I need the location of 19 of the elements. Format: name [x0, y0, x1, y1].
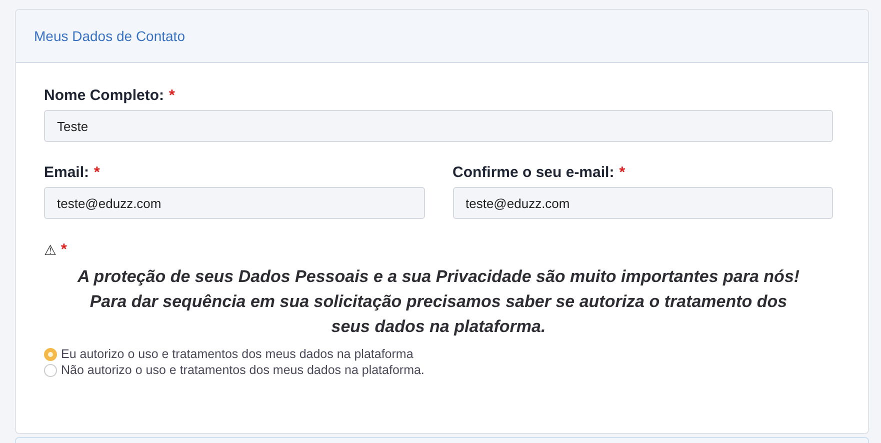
- field-label: Nome Completo:: [44, 87, 164, 104]
- input-field[interactable]: Teste: [44, 110, 833, 142]
- card-title: Meus Dados de Contato: [34, 28, 185, 44]
- radio-button[interactable]: [44, 364, 57, 376]
- required-mark: *: [619, 164, 626, 181]
- radio-button[interactable]: [44, 348, 57, 360]
- radio-label[interactable]: Eu autorizo o uso e tratamentos dos meus dados na plataforma: [61, 347, 414, 361]
- input-field[interactable]: teste@eduzz.com: [452, 187, 833, 219]
- required-mark: *: [94, 164, 100, 181]
- input-field[interactable]: teste@eduzz.com: [44, 187, 424, 219]
- field-label: Email:: [44, 164, 90, 181]
- warning-icon: ⚠: [44, 242, 57, 258]
- required-mark: *: [61, 241, 67, 258]
- required-mark: *: [169, 87, 175, 104]
- radio-label[interactable]: Não autorizo o uso e tratamentos dos meus dados na plataforma.: [61, 363, 424, 377]
- consent-message: A proteção de seus Dados Pessoais e a sua Privacidade são muito importantes para nós!: [77, 266, 800, 288]
- consent-message: Para dar sequência em sua solicitação precisamos saber se autoriza o tratamento dos: [90, 291, 788, 313]
- consent-message: seus dados na plataforma.: [331, 316, 546, 338]
- field-label: Confirme o seu e-mail:: [452, 164, 614, 181]
